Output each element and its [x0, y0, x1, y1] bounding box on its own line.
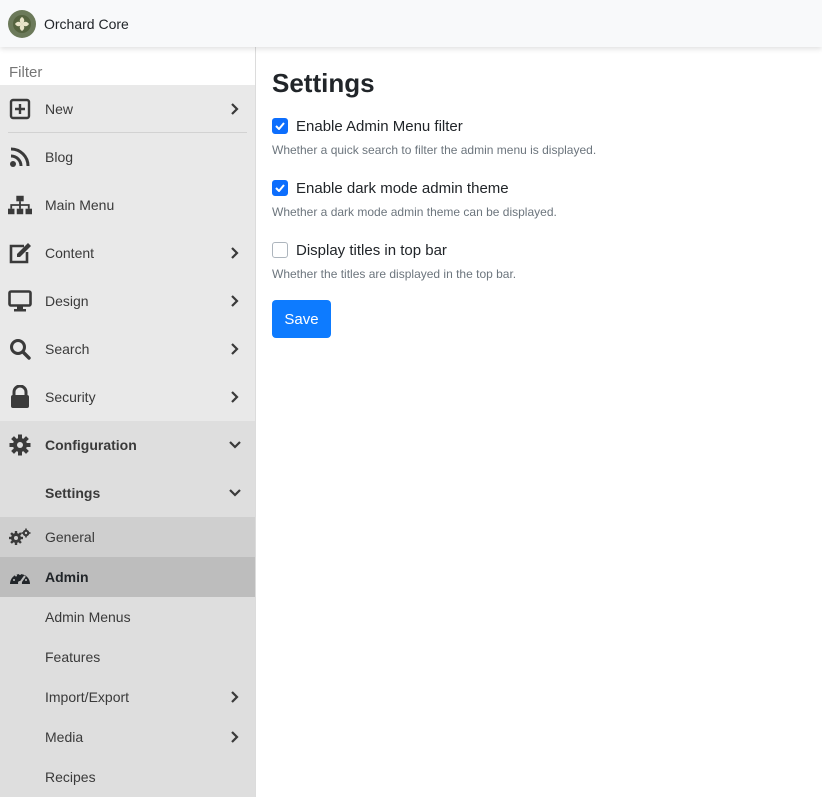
orchard-logo-icon: [8, 9, 36, 38]
gears-icon: [9, 526, 31, 548]
admin-menu-filter-checkbox[interactable]: [272, 118, 288, 134]
sidebar-item-label: Blog: [45, 149, 74, 165]
sidebar-item-security[interactable]: Security: [0, 373, 255, 421]
dark-mode-checkbox[interactable]: [272, 180, 288, 196]
sidebar-item-recipes[interactable]: Recipes: [0, 757, 255, 797]
sidebar-item-content[interactable]: Content: [0, 229, 255, 277]
chevron-right-icon: [228, 294, 242, 308]
sidebar: New Blog Main Menu Content Design: [0, 47, 256, 797]
sidebar-item-search[interactable]: Search: [0, 325, 255, 373]
gauge-icon: [9, 566, 31, 588]
checkbox-label: Display titles in top bar: [296, 241, 447, 259]
sidebar-item-media[interactable]: Media: [0, 717, 255, 757]
sidebar-item-label: Media: [45, 729, 84, 745]
main-content: Settings Enable Admin Menu filter Whethe…: [257, 47, 822, 797]
checkbox-label: Enable dark mode admin theme: [296, 179, 509, 197]
titles-top-bar-checkbox[interactable]: [272, 242, 288, 258]
sidebar-item-label: Features: [45, 649, 101, 665]
dark-mode-checkbox-row[interactable]: Enable dark mode admin theme: [272, 177, 822, 199]
sidebar-item-label: Recipes: [45, 769, 96, 785]
sidebar-item-label: New: [45, 101, 74, 117]
chevron-right-icon: [228, 246, 242, 260]
option-dark-mode: Enable dark mode admin theme Whether a d…: [272, 177, 822, 219]
chevron-right-icon: [228, 342, 242, 356]
sidebar-item-admin[interactable]: Admin: [0, 557, 255, 597]
sidebar-item-label: Admin: [45, 569, 89, 585]
sidebar-item-new[interactable]: New: [0, 85, 255, 133]
sidebar-item-label: Security: [45, 389, 96, 405]
sidebar-item-blog[interactable]: Blog: [0, 133, 255, 181]
page-title: Settings: [272, 68, 375, 98]
sidebar-item-label: Configuration: [45, 437, 137, 453]
sidebar-item-label: Import/Export: [45, 689, 130, 705]
desktop-icon: [8, 289, 32, 313]
filter-input[interactable]: [0, 47, 255, 85]
chevron-down-icon: [228, 486, 242, 500]
sidebar-item-design[interactable]: Design: [0, 277, 255, 325]
edit-icon: [8, 241, 32, 265]
plus-square-icon: [8, 97, 32, 121]
option-admin-menu-filter: Enable Admin Menu filter Whether a quick…: [272, 115, 822, 157]
brand-name: Orchard Core: [44, 15, 129, 32]
sidebar-item-features[interactable]: Features: [0, 637, 255, 677]
save-button[interactable]: Save: [272, 300, 331, 338]
rss-icon: [8, 145, 32, 169]
lock-icon: [8, 385, 32, 409]
admin-menu-filter-checkbox-row[interactable]: Enable Admin Menu filter: [272, 115, 822, 137]
configuration-group: Configuration Settings General Admin Adm: [0, 421, 255, 797]
sidebar-item-import-export[interactable]: Import/Export: [0, 677, 255, 717]
search-icon: [8, 337, 32, 361]
brand-link[interactable]: Orchard Core: [0, 9, 129, 38]
sidebar-item-label: Main Menu: [45, 197, 115, 213]
sidebar-item-general[interactable]: General: [0, 517, 255, 557]
checkbox-label: Enable Admin Menu filter: [296, 117, 463, 135]
sidebar-item-configuration[interactable]: Configuration: [0, 421, 255, 469]
chevron-right-icon: [228, 730, 242, 744]
chevron-right-icon: [228, 690, 242, 704]
sidebar-item-label: Admin Menus: [45, 609, 131, 625]
sitemap-icon: [8, 193, 32, 217]
sidebar-item-label: General: [45, 529, 95, 545]
chevron-down-icon: [228, 438, 242, 452]
sidebar-item-main-menu[interactable]: Main Menu: [0, 181, 255, 229]
sidebar-item-label: Settings: [45, 485, 101, 501]
sidebar-item-label: Content: [45, 245, 95, 261]
sidebar-item-label: Design: [45, 293, 89, 309]
option-hint: Whether a dark mode admin theme can be d…: [272, 205, 557, 219]
chevron-right-icon: [228, 102, 242, 116]
top-bar: Orchard Core: [0, 0, 822, 47]
titles-top-bar-checkbox-row[interactable]: Display titles in top bar: [272, 239, 822, 261]
chevron-right-icon: [228, 390, 242, 404]
sidebar-item-label: Search: [45, 341, 90, 357]
sidebar-item-settings[interactable]: Settings: [0, 469, 255, 517]
option-hint: Whether a quick search to filter the adm…: [272, 143, 597, 157]
option-hint: Whether the titles are displayed in the …: [272, 267, 517, 281]
option-titles-top-bar: Display titles in top bar Whether the ti…: [272, 239, 822, 281]
sidebar-item-admin-menus[interactable]: Admin Menus: [0, 597, 255, 637]
gear-icon: [8, 433, 32, 457]
